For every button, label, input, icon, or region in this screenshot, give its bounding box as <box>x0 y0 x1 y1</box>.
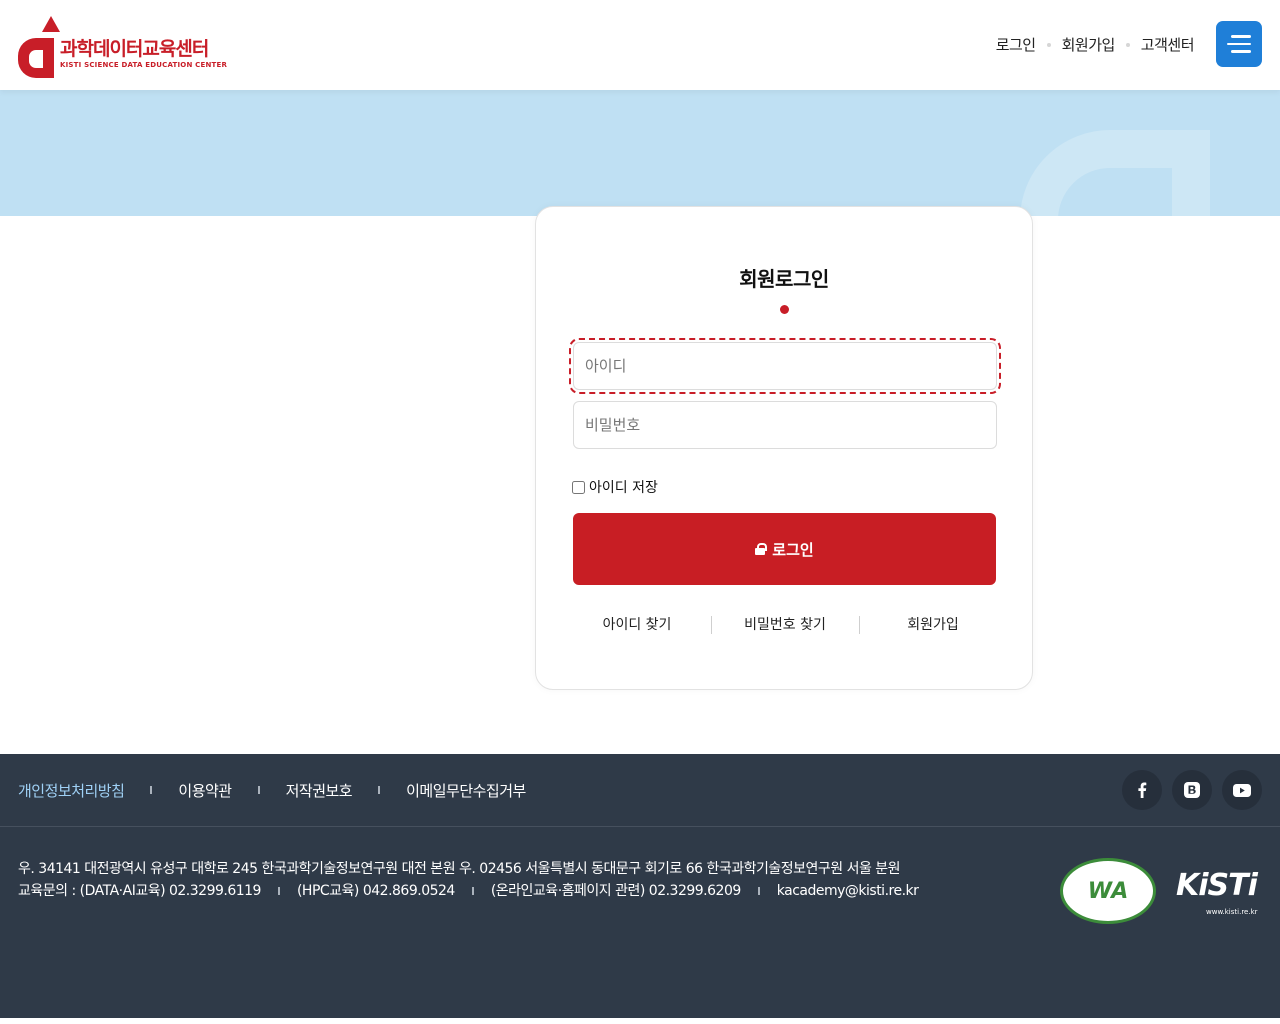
footer-separator <box>277 887 280 895</box>
facebook-icon <box>1138 782 1147 798</box>
signup-link[interactable]: 회원가입 <box>859 613 1007 637</box>
youtube-icon <box>1233 783 1251 797</box>
footer-terms-link[interactable]: 이용약관 <box>178 780 232 801</box>
site-footer: 개인정보처리방침 이용약관 저작권보호 이메일무단수집거부 우. 34141 대… <box>0 754 1280 1018</box>
find-password-link[interactable]: 비밀번호 찾기 <box>711 613 859 637</box>
contact-email: kacademy@kisti.re.kr <box>776 883 919 899</box>
save-id-label: 아이디 저장 <box>589 480 658 496</box>
wa-badge-text: WA <box>1087 878 1129 904</box>
kisti-logo: KiSTi www.kisti.re.kr <box>1166 864 1262 920</box>
site-logo[interactable]: 과학데이터교육센터 KISTI SCIENCE DATA EDUCATION C… <box>18 14 228 78</box>
password-input[interactable] <box>573 401 997 449</box>
contact-online: (온라인교육·홈페이지 관련) 02.3299.6209 <box>490 883 741 899</box>
nav-signup-link[interactable]: 회원가입 <box>1062 34 1116 55</box>
find-id-link[interactable]: 아이디 찾기 <box>563 613 711 637</box>
top-nav: 로그인 회원가입 고객센터 <box>996 34 1195 55</box>
web-accessibility-badge: WA <box>1060 858 1156 924</box>
blog-button[interactable] <box>1172 770 1212 810</box>
nav-login-link[interactable]: 로그인 <box>996 34 1036 55</box>
footer-links: 개인정보처리방침 이용약관 저작권보호 이메일무단수집거부 <box>18 778 526 802</box>
lock-icon <box>755 543 768 555</box>
account-links: 아이디 찾기 비밀번호 찾기 회원가입 <box>563 613 1007 637</box>
page-banner <box>0 90 1280 216</box>
footer-address: 우. 34141 대전광역시 유성구 대학로 245 한국과학기술정보연구원 대… <box>18 861 901 877</box>
logo-mark-icon <box>18 16 60 78</box>
footer-divider <box>0 826 1280 827</box>
kisti-logo-url: www.kisti.re.kr <box>1206 908 1258 916</box>
footer-separator <box>150 786 153 794</box>
login-card: 회원로그인 아이디 저장 로그인 아이디 찾기 비밀번호 찾기 회원가입 <box>535 206 1033 690</box>
footer-separator <box>471 887 474 895</box>
contact-data-ai: 교육문의 : (DATA·AI교육) 02.3299.6119 <box>18 883 261 899</box>
footer-copyright-link[interactable]: 저작권보호 <box>286 780 353 801</box>
page-bottom-strip <box>0 1018 1280 1024</box>
logo-title-en: KISTI SCIENCE DATA EDUCATION CENTER <box>60 61 228 69</box>
footer-contacts: 교육문의 : (DATA·AI교육) 02.3299.6119 (HPC교육) … <box>18 880 919 902</box>
contact-hpc: (HPC교육) 042.869.0524 <box>296 883 455 899</box>
banner-decoration <box>1020 130 1210 216</box>
youtube-button[interactable] <box>1222 770 1262 810</box>
save-id-checkbox[interactable] <box>572 480 585 494</box>
nav-separator <box>1046 42 1051 47</box>
footer-privacy-link[interactable]: 개인정보처리방침 <box>18 780 125 801</box>
kisti-logo-text: KiSTi <box>1176 868 1258 903</box>
save-id-option[interactable]: 아이디 저장 <box>572 477 658 497</box>
footer-separator <box>757 887 760 895</box>
login-button-label: 로그인 <box>772 540 814 559</box>
title-dot-decoration <box>780 305 789 314</box>
facebook-button[interactable] <box>1122 770 1162 810</box>
footer-email-refusal-link[interactable]: 이메일무단수집거부 <box>406 780 526 801</box>
footer-separator <box>378 786 381 794</box>
login-title: 회원로그인 <box>739 267 829 291</box>
footer-separator <box>257 786 260 794</box>
login-button[interactable]: 로그인 <box>573 513 996 585</box>
user-id-input[interactable] <box>569 338 1001 394</box>
sns-links <box>1122 770 1262 810</box>
hamburger-menu-icon <box>1231 35 1251 38</box>
site-header: 과학데이터교육센터 KISTI SCIENCE DATA EDUCATION C… <box>0 0 1280 90</box>
blog-icon <box>1184 782 1200 798</box>
nav-support-link[interactable]: 고객센터 <box>1141 34 1195 55</box>
nav-separator <box>1125 42 1130 47</box>
hamburger-menu-button[interactable] <box>1216 21 1262 67</box>
logo-title-kr: 과학데이터교육센터 <box>60 38 209 60</box>
